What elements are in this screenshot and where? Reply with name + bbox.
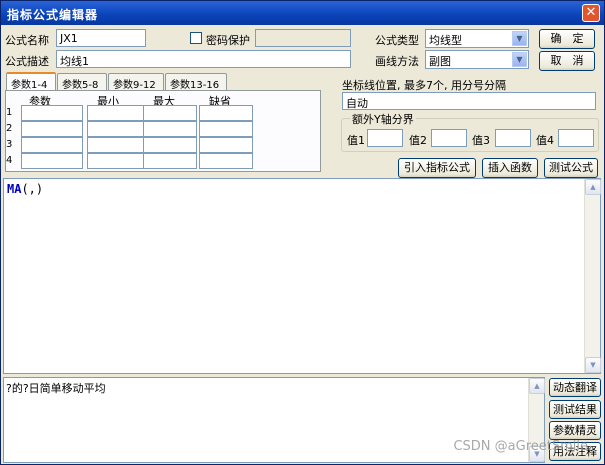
param-name-cell[interactable] <box>21 137 83 153</box>
tab-params-1-4[interactable]: 参数1-4 <box>6 72 56 91</box>
param-name-cell[interactable] <box>21 105 83 121</box>
close-icon: ✕ <box>585 5 597 20</box>
close-button[interactable]: ✕ <box>582 4 600 22</box>
value4-label: 值4 <box>536 134 554 147</box>
title-bar[interactable]: 指标公式编辑器 ✕ <box>1 1 604 25</box>
param-min-cell[interactable] <box>87 121 149 137</box>
test-formula-button[interactable]: 测试公式 <box>544 158 598 178</box>
value1-input[interactable] <box>367 129 403 147</box>
row-number: 2 <box>6 123 13 134</box>
tab-params-5-8[interactable]: 参数5-8 <box>57 73 107 91</box>
formula-type-label: 公式类型 <box>375 34 419 47</box>
param-default-cell[interactable] <box>199 153 253 169</box>
row-number: 1 <box>6 107 13 118</box>
param-min-cell[interactable] <box>87 153 149 169</box>
watermark: CSDN @aGreetSmile <box>453 439 588 454</box>
row-number: 4 <box>6 155 13 166</box>
scroll-down-icon[interactable]: ▼ <box>585 357 601 373</box>
draw-method-label: 画线方法 <box>375 55 419 68</box>
formula-editor-window: 指标公式编辑器 ✕ 公式名称 JX1 密码保护 公式类型 均线型 ▼ 确 定 公… <box>0 0 605 465</box>
param-default-cell[interactable] <box>199 121 253 137</box>
param-max-cell[interactable] <box>143 153 197 169</box>
code-function: MA <box>7 182 22 196</box>
password-label: 密码保护 <box>206 34 250 47</box>
test-result-button[interactable]: 测试结果 <box>549 400 601 419</box>
formula-name-input[interactable]: JX1 <box>56 29 146 47</box>
code-args: (,) <box>21 182 44 196</box>
param-min-cell[interactable] <box>87 137 149 153</box>
value3-label: 值3 <box>472 134 490 147</box>
value2-input[interactable] <box>431 129 467 147</box>
password-input[interactable] <box>255 29 351 47</box>
param-max-cell[interactable] <box>143 105 197 121</box>
formula-name-label: 公式名称 <box>5 34 49 47</box>
value1-label: 值1 <box>347 134 365 147</box>
window-title: 指标公式编辑器 <box>7 8 99 22</box>
row-number: 3 <box>6 139 13 150</box>
value2-label: 值2 <box>409 134 427 147</box>
param-default-cell[interactable] <box>199 137 253 153</box>
scroll-up-icon[interactable]: ▲ <box>585 179 601 195</box>
editor-scrollbar[interactable]: ▲ ▼ <box>584 179 601 373</box>
formula-type-select[interactable]: 均线型 ▼ <box>425 29 529 48</box>
chevron-down-icon[interactable]: ▼ <box>512 52 527 67</box>
scroll-up-icon[interactable]: ▲ <box>529 378 545 394</box>
code-line: MA(,) <box>7 182 43 196</box>
draw-method-select[interactable]: 副图 ▼ <box>425 50 529 69</box>
param-min-cell[interactable] <box>87 105 149 121</box>
param-name-cell[interactable] <box>21 121 83 137</box>
formula-desc-label: 公式描述 <box>5 55 49 68</box>
formula-type-value: 均线型 <box>429 34 462 47</box>
formula-desc-input[interactable]: 均线1 <box>56 50 351 68</box>
draw-method-value: 副图 <box>429 55 451 68</box>
output-text: ?的?日简单移动平均 <box>6 382 106 395</box>
import-formula-button[interactable]: 引入指标公式 <box>398 158 476 178</box>
insert-function-button[interactable]: 插入函数 <box>482 158 538 178</box>
param-max-cell[interactable] <box>143 121 197 137</box>
value4-input[interactable] <box>558 129 594 147</box>
param-wizard-button[interactable]: 参数精灵 <box>549 421 601 440</box>
cancel-button[interactable]: 取 消 <box>539 51 595 71</box>
coord-input[interactable]: 自动 <box>342 92 596 110</box>
tab-params-9-12[interactable]: 参数9-12 <box>108 73 164 91</box>
param-max-cell[interactable] <box>143 137 197 153</box>
param-default-cell[interactable] <box>199 105 253 121</box>
ok-button[interactable]: 确 定 <box>539 29 595 49</box>
coord-label: 坐标线位置, 最多7个, 用分号分隔 <box>342 79 506 92</box>
param-name-cell[interactable] <box>21 153 83 169</box>
chevron-down-icon[interactable]: ▼ <box>512 31 527 46</box>
password-checkbox[interactable] <box>190 32 202 44</box>
tab-params-13-16[interactable]: 参数13-16 <box>165 73 227 91</box>
dynamic-translate-button[interactable]: 动态翻译 <box>549 378 601 397</box>
extra-y-group-label: 额外Y轴分界 <box>350 111 416 127</box>
formula-code-editor[interactable]: MA(,) ▲ ▼ <box>3 178 601 374</box>
value3-input[interactable] <box>495 129 531 147</box>
